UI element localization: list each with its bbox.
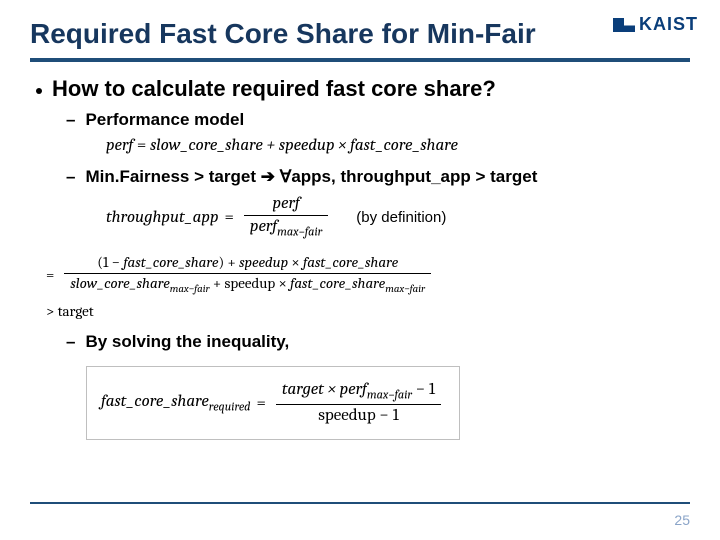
definition-note: (by definition) — [356, 209, 446, 226]
page-number: 25 — [674, 512, 690, 528]
bullet-dot-icon — [36, 88, 42, 94]
dash-icon: – — [66, 332, 75, 352]
eq5-lhs-sub: required — [209, 400, 251, 414]
eq3-den-a: slow_core_share — [70, 274, 169, 292]
eq2-den: perfmax−fair — [244, 216, 328, 241]
eq1-rhs: slow_core_share + speedup × fast_core_sh… — [150, 136, 458, 155]
eq3-den: slow_core_sharemax−fair + speedup × fast… — [64, 274, 431, 296]
eq3-den-sub2: max−fair — [385, 282, 425, 295]
eq3-den-sub1: max−fair — [170, 282, 210, 295]
sub-bullet-2-text: Min.Fairness > target ➔ ∀apps, throughpu… — [85, 167, 537, 187]
eq2-lhs: throughput_app — [106, 208, 218, 227]
eq5-num: target × perfmax−fair − 1 — [276, 379, 441, 404]
dash-icon: – — [66, 167, 75, 187]
eq2-fraction: perf perfmax−fair — [244, 193, 328, 241]
eq5-eq: = — [256, 394, 265, 413]
sub2-suffix: ∀apps, throughput_app > target — [275, 167, 537, 186]
sub-bullet-solving: – By solving the inequality, — [36, 332, 690, 352]
eq2-num: perf — [267, 193, 306, 215]
sub-bullet-minfairness: – Min.Fairness > target ➔ ∀apps, through… — [36, 167, 690, 187]
sub2-prefix: Min.Fairness > target — [85, 167, 260, 186]
eq5-lhs: fast_core_sharerequired — [101, 392, 250, 414]
eq3-num: (1 − (1 − fast_core_share) + speedup × f… — [91, 253, 404, 273]
sub-bullet-3-text: By solving the inequality, — [85, 332, 289, 352]
eq5-fraction: target × perfmax−fair − 1 speedup − 1 — [276, 379, 441, 427]
footer-rule — [30, 502, 690, 504]
eq3-fraction: (1 − (1 − fast_core_share) + speedup × f… — [64, 253, 431, 296]
eq3-eq: = — [46, 266, 54, 284]
main-bullet-text: How to calculate required fast core shar… — [52, 76, 496, 102]
eq5-num-sub: max−fair — [367, 388, 412, 402]
equation-perf: perf = slow_core_share + speedup × fast_… — [36, 136, 690, 155]
eq2-den-a: perf — [250, 217, 277, 236]
main-bullet: How to calculate required fast core shar… — [36, 76, 690, 102]
dash-icon: – — [66, 110, 75, 130]
sub-bullet-1-text: Performance model — [85, 110, 244, 130]
arrow-right-icon: ➔ — [261, 167, 275, 186]
title-underline — [30, 58, 690, 62]
eq5-den: speedup − 1 — [312, 405, 405, 427]
equation-expanded: = (1 − (1 − fast_core_share) + speedup ×… — [36, 253, 690, 320]
eq3-den-b: fast_core_share — [290, 274, 385, 292]
eq4-gt-target: > target — [46, 302, 94, 320]
eq5-num-tail: − 1 — [412, 380, 435, 399]
kaist-logo-text: KAIST — [639, 14, 698, 35]
eq1-lhs: perf — [106, 136, 133, 155]
boxed-result-equation: fast_core_sharerequired = target × perfm… — [86, 366, 460, 440]
sub-bullet-performance-model: – Performance model — [36, 110, 690, 130]
eq1-eq: = — [133, 136, 150, 155]
equation-throughput: throughput_app = perf perfmax−fair (by d… — [36, 193, 690, 241]
slide-body: How to calculate required fast core shar… — [30, 76, 690, 440]
eq5-lhs-a: fast_core_share — [101, 392, 209, 411]
kaist-logo: KAIST — [613, 14, 698, 35]
eq2-eq: = — [224, 208, 233, 227]
eq5-num-a: target × perf — [282, 380, 367, 399]
kaist-logo-mark — [613, 18, 635, 32]
slide-title: Required Fast Core Share for Min-Fair — [30, 18, 690, 56]
eq2-den-sub: max−fair — [277, 225, 322, 239]
eq3-den-plus: + speedup × — [210, 274, 291, 292]
